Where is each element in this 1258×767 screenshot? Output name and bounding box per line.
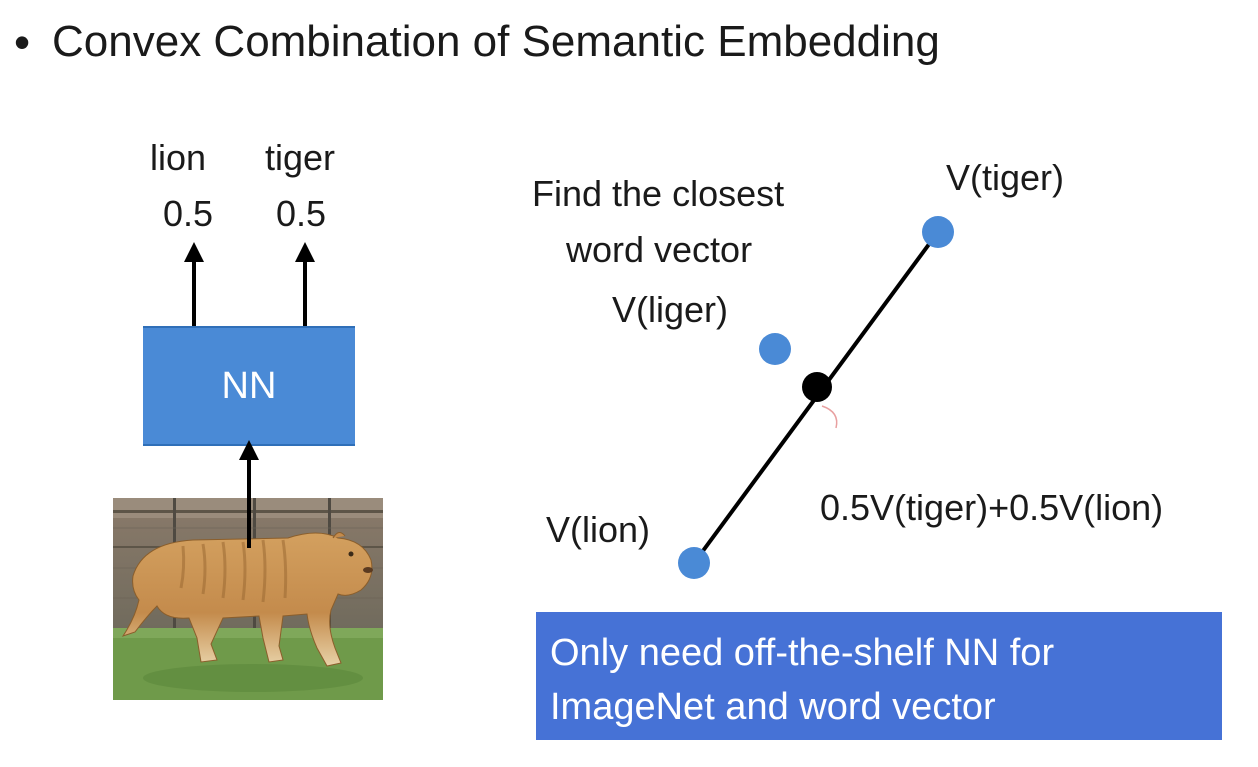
label-midpoint: 0.5V(tiger)+0.5V(lion) [820,487,1164,528]
point-liger [759,333,791,365]
callout-line-1: Only need off-the-shelf NN for [550,632,1055,674]
point-lion [678,547,710,579]
callout-line-2: ImageNet and word vector [550,686,996,728]
label-v-tiger: V(tiger) [946,157,1065,198]
cursor-mark [821,405,838,429]
note-line-2: word vector [566,229,753,270]
point-midpoint [802,372,832,402]
label-v-lion: V(lion) [546,509,651,550]
note-line-1: Find the closest [532,173,785,214]
callout-box: Only need off-the-shelf NN for ImageNet … [536,612,1222,740]
slide: • Convex Combination of Semantic Embeddi… [0,0,1258,767]
point-tiger [922,216,954,248]
label-v-liger: V(liger) [612,289,729,330]
